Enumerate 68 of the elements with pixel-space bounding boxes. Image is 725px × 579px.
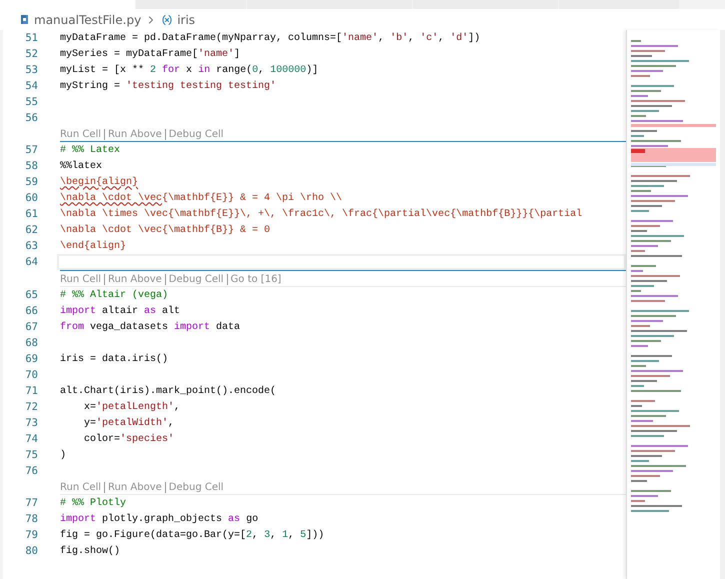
code-line: \end{align}	[60, 240, 128, 254]
code-lens-link[interactable]: Run Above	[108, 481, 162, 494]
breadcrumb-item[interactable]: iris	[177, 12, 196, 26]
code-lens-link[interactable]: Go to [16]	[230, 273, 282, 286]
code-lens-link[interactable]: Run Cell	[60, 273, 102, 286]
line-number: 79	[24, 529, 38, 541]
line-number: 63	[24, 240, 38, 252]
line-number: 65	[24, 289, 38, 301]
line-number: 70	[24, 369, 38, 381]
code-line: x='petalLength',	[83, 400, 182, 414]
line-number: 68	[24, 337, 38, 349]
code-line: # %% Altair (vega)	[60, 288, 170, 302]
line-number: 73	[24, 417, 38, 429]
line-number: 77	[24, 497, 38, 509]
code-line: myString = 'testing testing testing'	[60, 80, 278, 94]
line-number: 55	[24, 96, 38, 108]
code-line: \begin{align}	[60, 176, 140, 190]
line-number: 78	[24, 513, 38, 525]
code-line: mySeries = myDataFrame['name']	[60, 48, 242, 62]
code-lens-link[interactable]: Run Above	[108, 273, 162, 286]
code-line: \nabla \times \vec{\mathbf{E}}\, +\, \frac1c\, \frac{\partial\vec{\mathbf{B}}}{\partial	[60, 208, 584, 222]
line-number: 74	[24, 433, 38, 445]
line-number: 58	[24, 160, 38, 172]
code-line: color='species'	[83, 432, 176, 446]
code-line: )	[60, 448, 68, 462]
code-line: myList = [x ** 2 for x in range(0, 100000)]	[60, 64, 320, 78]
code-line: fig = go.Figure(data=go.Bar(y=[2, 3, 1, 5]))	[60, 528, 326, 542]
variable-icon	[161, 14, 174, 26]
code-lens-link[interactable]: Debug Cell	[168, 128, 224, 141]
code-line: fig.show()	[60, 544, 122, 558]
line-number: 62	[24, 224, 38, 236]
line-number: 61	[24, 208, 38, 220]
code-line: %%latex	[60, 160, 104, 174]
code-lens-link[interactable]: Debug Cell	[168, 481, 224, 494]
code-lens-link[interactable]: Run Above	[108, 128, 162, 141]
line-number: 53	[24, 64, 38, 76]
code-line: import altair as alt	[60, 304, 182, 318]
line-number: 72	[24, 401, 38, 413]
code-lens-link[interactable]: Run Cell	[60, 481, 102, 494]
code-line: iris = data.iris()	[60, 352, 170, 366]
code-line: \nabla \cdot \vec{\mathbf{B}} & = 0	[60, 224, 272, 238]
line-number: 80	[24, 545, 38, 557]
breadcrumb-item[interactable]: manualTestFile.py	[34, 12, 142, 26]
code-line: import plotly.graph_objects as go	[60, 512, 260, 526]
line-number: 57	[24, 144, 38, 156]
code-line: from vega_datasets import data	[60, 320, 242, 334]
line-number: 69	[24, 353, 38, 365]
line-number: 59	[24, 176, 38, 188]
line-number: 76	[24, 465, 38, 477]
code-line: myDataFrame = pd.DataFrame(myNparray, columns=['name', 'b', 'c', 'd'])	[60, 32, 482, 46]
line-number: 64	[24, 256, 38, 268]
code-lens-link[interactable]: Run Cell	[60, 128, 102, 141]
line-number: 75	[24, 449, 38, 461]
line-number: 67	[24, 321, 38, 333]
file-type-icon	[19, 14, 30, 25]
line-number: 54	[24, 80, 38, 92]
code-line: y='petalWidth',	[83, 416, 176, 430]
code-line: # %% Plotly	[60, 496, 128, 510]
code-line: # %% Latex	[60, 144, 122, 158]
code-line: \nabla \cdot \vec{\mathbf{E}} & = 4 \pi \rho \\	[60, 192, 344, 206]
code-lens-link[interactable]: Debug Cell	[168, 273, 224, 286]
line-number: 60	[24, 192, 38, 204]
line-number: 71	[24, 385, 38, 397]
line-number: 51	[24, 32, 38, 44]
code-line: alt.Chart(iris).mark_point().encode(	[60, 384, 278, 398]
line-number: 52	[24, 48, 38, 60]
line-number: 56	[24, 112, 38, 124]
line-number: 66	[24, 305, 38, 317]
